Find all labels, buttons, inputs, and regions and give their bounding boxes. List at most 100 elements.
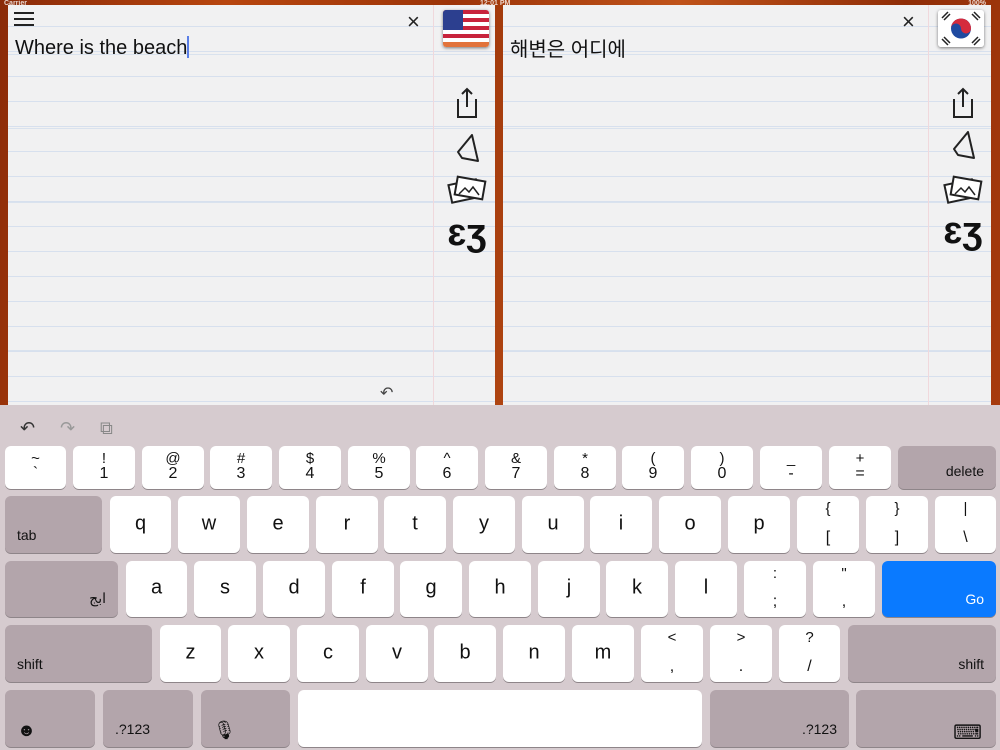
- target-panel[interactable]: 해변은 어디에 × ɛʒ: [503, 5, 991, 405]
- key-label: 4: [305, 465, 315, 482]
- key-key[interactable]: z: [160, 625, 221, 682]
- key-key[interactable]: 🎙: [201, 690, 290, 747]
- key-key[interactable]: x: [228, 625, 290, 682]
- key-label: ابج: [89, 590, 106, 606]
- key-key[interactable]: a: [126, 561, 187, 617]
- korea-flag-icon[interactable]: [938, 10, 984, 47]
- key-key[interactable]: g: [400, 561, 462, 617]
- key-label: .?123: [801, 721, 837, 737]
- key-key[interactable]: :;: [744, 561, 806, 617]
- key-key[interactable]: .?123: [103, 690, 193, 747]
- key-label: Go: [965, 591, 984, 607]
- key-label: -: [788, 465, 794, 482]
- key-key[interactable]: t: [384, 496, 446, 553]
- key-label: <: [667, 629, 677, 646]
- key-key[interactable]: m: [572, 625, 634, 682]
- us-flag-icon[interactable]: [443, 10, 489, 47]
- quote-icon[interactable]: ɛʒ: [943, 210, 983, 252]
- key-label: h: [494, 576, 506, 599]
- key-key[interactable]: b: [434, 625, 496, 682]
- key-key[interactable]: .?123: [710, 690, 849, 747]
- key-key[interactable]: $4: [279, 446, 341, 489]
- key-key[interactable]: + =: [829, 446, 891, 489]
- key-key[interactable]: d: [263, 561, 325, 617]
- quote-icon[interactable]: ɛʒ: [447, 212, 487, 254]
- key-key[interactable]: s: [194, 561, 256, 617]
- key-label: r: [343, 511, 351, 534]
- key-key[interactable]: u: [522, 496, 584, 553]
- source-panel[interactable]: Where is the beach × ɛʒ ↶: [8, 5, 495, 405]
- key-key[interactable]: ! 1: [73, 446, 135, 489]
- key-key[interactable]: (9: [622, 446, 684, 489]
- key-label: 8: [580, 465, 590, 482]
- key-key[interactable]: @2: [142, 446, 204, 489]
- clear-source-button[interactable]: ×: [407, 9, 420, 35]
- key-key[interactable]: | \: [935, 496, 996, 553]
- key-key[interactable]: >.: [710, 625, 772, 682]
- key-key[interactable]: f: [332, 561, 394, 617]
- key-key[interactable]: h: [469, 561, 531, 617]
- key-key[interactable]: <,: [641, 625, 703, 682]
- key-key[interactable]: p: [728, 496, 790, 553]
- key-label: k: [632, 576, 642, 599]
- key-key[interactable]: delete: [898, 446, 996, 489]
- key-label: ;: [772, 593, 778, 610]
- key-key[interactable]: _ -: [760, 446, 822, 489]
- key-key[interactable]: r: [316, 496, 378, 553]
- key-label: v: [392, 640, 402, 663]
- key-key[interactable]: ابج: [5, 561, 118, 617]
- keyboard-paste-icon[interactable]: ⧉: [100, 418, 113, 439]
- key-label: q: [134, 511, 147, 534]
- key-key[interactable]: q: [110, 496, 171, 553]
- clear-target-button[interactable]: ×: [902, 9, 915, 35]
- key-key[interactable]: shift: [848, 625, 996, 682]
- key-key[interactable]: ~ `: [5, 446, 66, 489]
- key-key[interactable]: i: [590, 496, 652, 553]
- share-icon[interactable]: [447, 85, 487, 121]
- keyboard-redo-icon[interactable]: ↷: [60, 418, 75, 439]
- key-key[interactable]: tab: [5, 496, 102, 553]
- key-label: p: [753, 511, 765, 534]
- key-key[interactable]: ⌨: [856, 690, 996, 747]
- key-key[interactable]: n: [503, 625, 565, 682]
- key-key[interactable]: ☻: [5, 690, 95, 747]
- undo-icon[interactable]: ↶: [380, 383, 393, 403]
- key-label: 0: [717, 465, 727, 482]
- key-key[interactable]: ? /: [779, 625, 840, 682]
- key-key[interactable]: y: [453, 496, 515, 553]
- image-icon[interactable]: [943, 172, 983, 208]
- key-key[interactable]: }]: [866, 496, 928, 553]
- key-key[interactable]: o: [659, 496, 721, 553]
- key-key[interactable]: {[: [797, 496, 859, 553]
- key-key[interactable]: j: [538, 561, 600, 617]
- key-label: |: [963, 500, 968, 517]
- key-key[interactable]: v: [366, 625, 428, 682]
- source-text-input[interactable]: Where is the beach: [15, 36, 190, 60]
- key-label: e: [272, 511, 284, 534]
- key-key[interactable]: #3: [210, 446, 272, 489]
- key-key[interactable]: * 8: [554, 446, 616, 489]
- space-key[interactable]: [298, 690, 702, 747]
- key-key[interactable]: w: [178, 496, 240, 553]
- menu-icon[interactable]: [14, 12, 34, 26]
- target-text: 해변은 어디에: [510, 39, 626, 61]
- key-key[interactable]: ",: [813, 561, 875, 617]
- speaker-icon[interactable]: [943, 127, 983, 163]
- key-label: i: [618, 511, 624, 534]
- key-key[interactable]: e: [247, 496, 309, 553]
- key-label: w: [201, 511, 217, 534]
- share-icon[interactable]: [943, 85, 983, 121]
- key-key[interactable]: k: [606, 561, 668, 617]
- key-key[interactable]: & 7: [485, 446, 547, 489]
- key-key[interactable]: ^ 6: [416, 446, 478, 489]
- key-key[interactable]: l: [675, 561, 737, 617]
- speaker-icon[interactable]: [447, 130, 487, 166]
- keyboard-undo-icon[interactable]: ↶: [20, 418, 35, 439]
- key-key[interactable]: % 5: [348, 446, 410, 489]
- image-icon[interactable]: [447, 172, 487, 208]
- key-key[interactable]: c: [297, 625, 359, 682]
- key-key[interactable]: shift: [5, 625, 152, 682]
- key-label: j: [566, 576, 572, 599]
- key-key[interactable]: Go: [882, 561, 996, 617]
- key-key[interactable]: ) 0: [691, 446, 753, 489]
